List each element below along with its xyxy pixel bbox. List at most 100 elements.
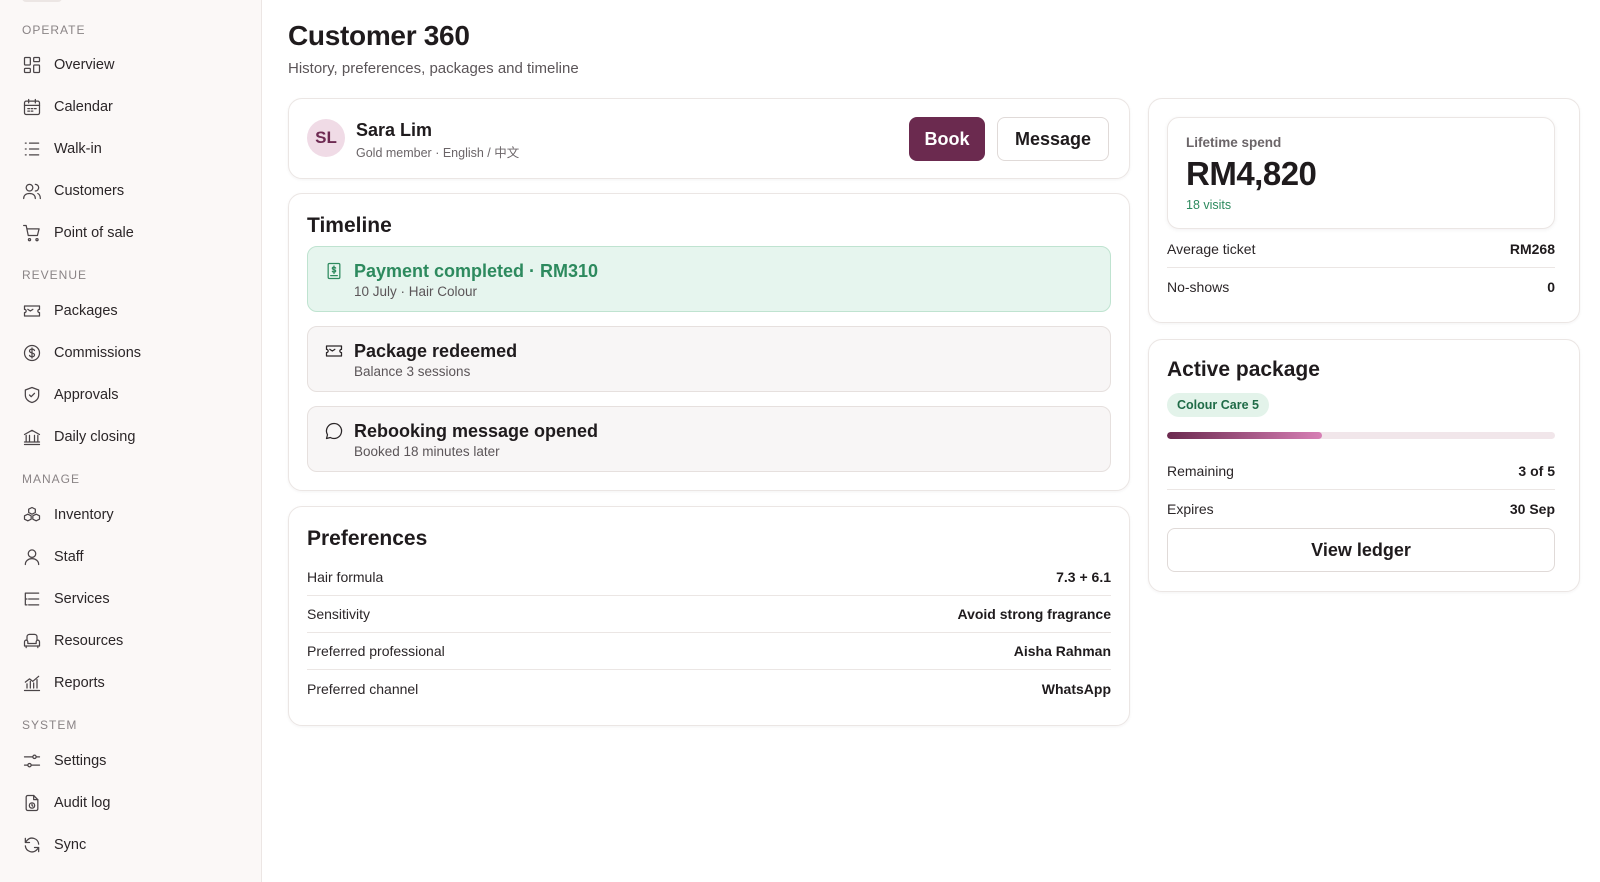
package-progress-fill: [1167, 432, 1323, 439]
preference-row: Hair formula 7.3 + 6.1: [307, 559, 1111, 596]
preference-key: Hair formula: [307, 569, 384, 585]
sidebar-item-resources[interactable]: Resources: [22, 625, 242, 657]
sidebar-item-point-of-sale[interactable]: Point of sale: [22, 217, 242, 249]
preference-value: Avoid strong fragrance: [957, 606, 1111, 622]
cart-icon: [23, 224, 40, 242]
ticket-icon: [23, 305, 41, 317]
book-button[interactable]: Book: [909, 117, 985, 161]
section-label-revenue: REVENUE: [22, 268, 88, 282]
stats-card: Lifetime spend RM4,820 18 visits Average…: [1148, 98, 1580, 323]
lifetime-spend-value: RM4,820: [1186, 155, 1317, 192]
package-row: Expires 30 Sep: [1167, 490, 1555, 527]
sidebar-item-sync[interactable]: Sync: [22, 829, 242, 861]
timeline-item-title: Package redeemed: [354, 341, 518, 361]
preference-value: 7.3 + 6.1: [1056, 569, 1111, 585]
refresh-icon: [24, 837, 40, 853]
list-icon: [24, 142, 40, 156]
shield-check-icon: [24, 386, 40, 404]
sidebar-item-overview[interactable]: Overview: [22, 49, 242, 81]
page-title: Customer 360: [288, 20, 470, 51]
sidebar-item-approvals[interactable]: Approvals: [22, 379, 242, 411]
active-package-card: Active package Colour Care 5 Remaining 3…: [1148, 339, 1580, 592]
sidebar-item-label: Approvals: [54, 387, 119, 403]
sliders-icon: [23, 754, 41, 768]
page-subtitle: History, preferences, packages and timel…: [288, 60, 579, 77]
receipt-icon: [327, 262, 341, 280]
sidebar: OPERATE Overview Calendar Walk-in Custom…: [0, 0, 262, 882]
package-key: Expires: [1167, 500, 1214, 517]
stat-key: No-shows: [1167, 278, 1230, 295]
package-progress-bar: [1167, 432, 1555, 439]
sidebar-item-packages[interactable]: Packages: [22, 295, 242, 327]
sidebar-item-label: Sync: [54, 837, 87, 853]
preference-row: Preferred professional Aisha Rahman: [307, 633, 1111, 670]
package-key: Remaining: [1167, 463, 1234, 479]
sidebar-scroll-hint: [22, 0, 62, 2]
sidebar-item-settings[interactable]: Settings: [22, 745, 242, 777]
sidebar-item-label: Commissions: [54, 345, 142, 361]
sidebar-item-label: Reports: [54, 675, 105, 691]
timeline-item-package-redeemed[interactable]: Package redeemed Balance 3 sessions: [307, 326, 1111, 392]
customer-profile-card: SL Sara Lim Gold member · English / 中文 B…: [288, 98, 1130, 179]
file-clock-icon: [25, 794, 39, 812]
active-package-title: Active package: [1167, 358, 1320, 381]
sidebar-item-label: Customers: [54, 183, 125, 199]
stat-value: 0: [1547, 278, 1555, 295]
lifetime-spend-box: Lifetime spend RM4,820 18 visits: [1167, 117, 1555, 229]
grid-icon: [23, 56, 41, 74]
visit-count: 18 visits: [1186, 198, 1232, 212]
view-ledger-button[interactable]: View ledger: [1167, 528, 1555, 572]
preference-key: Preferred channel: [307, 680, 419, 697]
stat-row: No-shows 0: [1167, 268, 1555, 305]
sidebar-item-walk-in[interactable]: Walk-in: [22, 133, 242, 165]
sidebar-item-label: Daily closing: [54, 429, 136, 445]
timeline-item-sub: 10 July · Hair Colour: [354, 284, 478, 299]
preference-row: Sensitivity Avoid strong fragrance: [307, 596, 1111, 633]
preference-value: Aisha Rahman: [1013, 643, 1111, 659]
chart-icon: [23, 675, 41, 692]
timeline-item-sub: Balance 3 sessions: [354, 364, 471, 379]
sidebar-item-calendar[interactable]: Calendar: [22, 91, 242, 123]
sidebar-item-label: Staff: [54, 549, 84, 565]
sidebar-item-daily-closing[interactable]: Daily closing: [22, 421, 242, 453]
timeline-item-payment[interactable]: Payment completed · RM310 10 July · Hair…: [307, 246, 1111, 312]
sidebar-item-audit-log[interactable]: Audit log: [22, 787, 242, 819]
timeline-item-rebooking[interactable]: Rebooking message opened Booked 18 minut…: [307, 406, 1111, 472]
calendar-icon: [23, 98, 41, 116]
chat-bubble-icon: [325, 422, 343, 440]
sidebar-item-label: Packages: [54, 303, 118, 319]
sidebar-item-reports[interactable]: Reports: [22, 667, 242, 699]
sidebar-item-label: Point of sale: [54, 225, 134, 241]
armchair-icon: [23, 633, 41, 649]
sidebar-item-label: Walk-in: [54, 141, 102, 157]
sidebar-item-inventory[interactable]: Inventory: [22, 499, 242, 531]
sidebar-item-label: Settings: [54, 753, 107, 769]
sidebar-item-label: Audit log: [54, 795, 111, 811]
sidebar-item-commissions[interactable]: Commissions: [22, 337, 242, 369]
list-tree-icon: [24, 592, 40, 606]
sidebar-item-staff[interactable]: Staff: [22, 541, 242, 573]
stat-row: Average ticket RM268: [1167, 231, 1555, 268]
timeline-title: Timeline: [307, 214, 392, 237]
timeline-item-sub: Booked 18 minutes later: [354, 444, 500, 459]
preference-row: Preferred channel WhatsApp: [307, 670, 1111, 707]
message-button[interactable]: Message: [997, 117, 1109, 161]
package-value: 30 Sep: [1509, 500, 1555, 517]
package-name-badge: Colour Care 5: [1167, 393, 1269, 417]
sidebar-item-label: Overview: [54, 57, 115, 73]
avatar: SL: [307, 119, 345, 157]
customer-name: Sara Lim: [356, 120, 433, 140]
section-label-operate: OPERATE: [22, 23, 86, 37]
sidebar-item-label: Resources: [54, 633, 124, 649]
boxes-icon: [23, 506, 41, 522]
sidebar-item-services[interactable]: Services: [22, 583, 242, 615]
ticket-icon: [325, 345, 343, 357]
sidebar-item-customers[interactable]: Customers: [22, 175, 242, 207]
lifetime-spend-label: Lifetime spend: [1186, 135, 1282, 150]
bank-icon: [23, 429, 41, 446]
preferences-card: Preferences Hair formula 7.3 + 6.1 Sensi…: [288, 506, 1130, 726]
package-value: 3 of 5: [1518, 463, 1555, 479]
preference-key: Preferred professional: [307, 643, 445, 659]
stat-key: Average ticket: [1167, 241, 1256, 257]
sidebar-item-label: Services: [54, 591, 110, 607]
